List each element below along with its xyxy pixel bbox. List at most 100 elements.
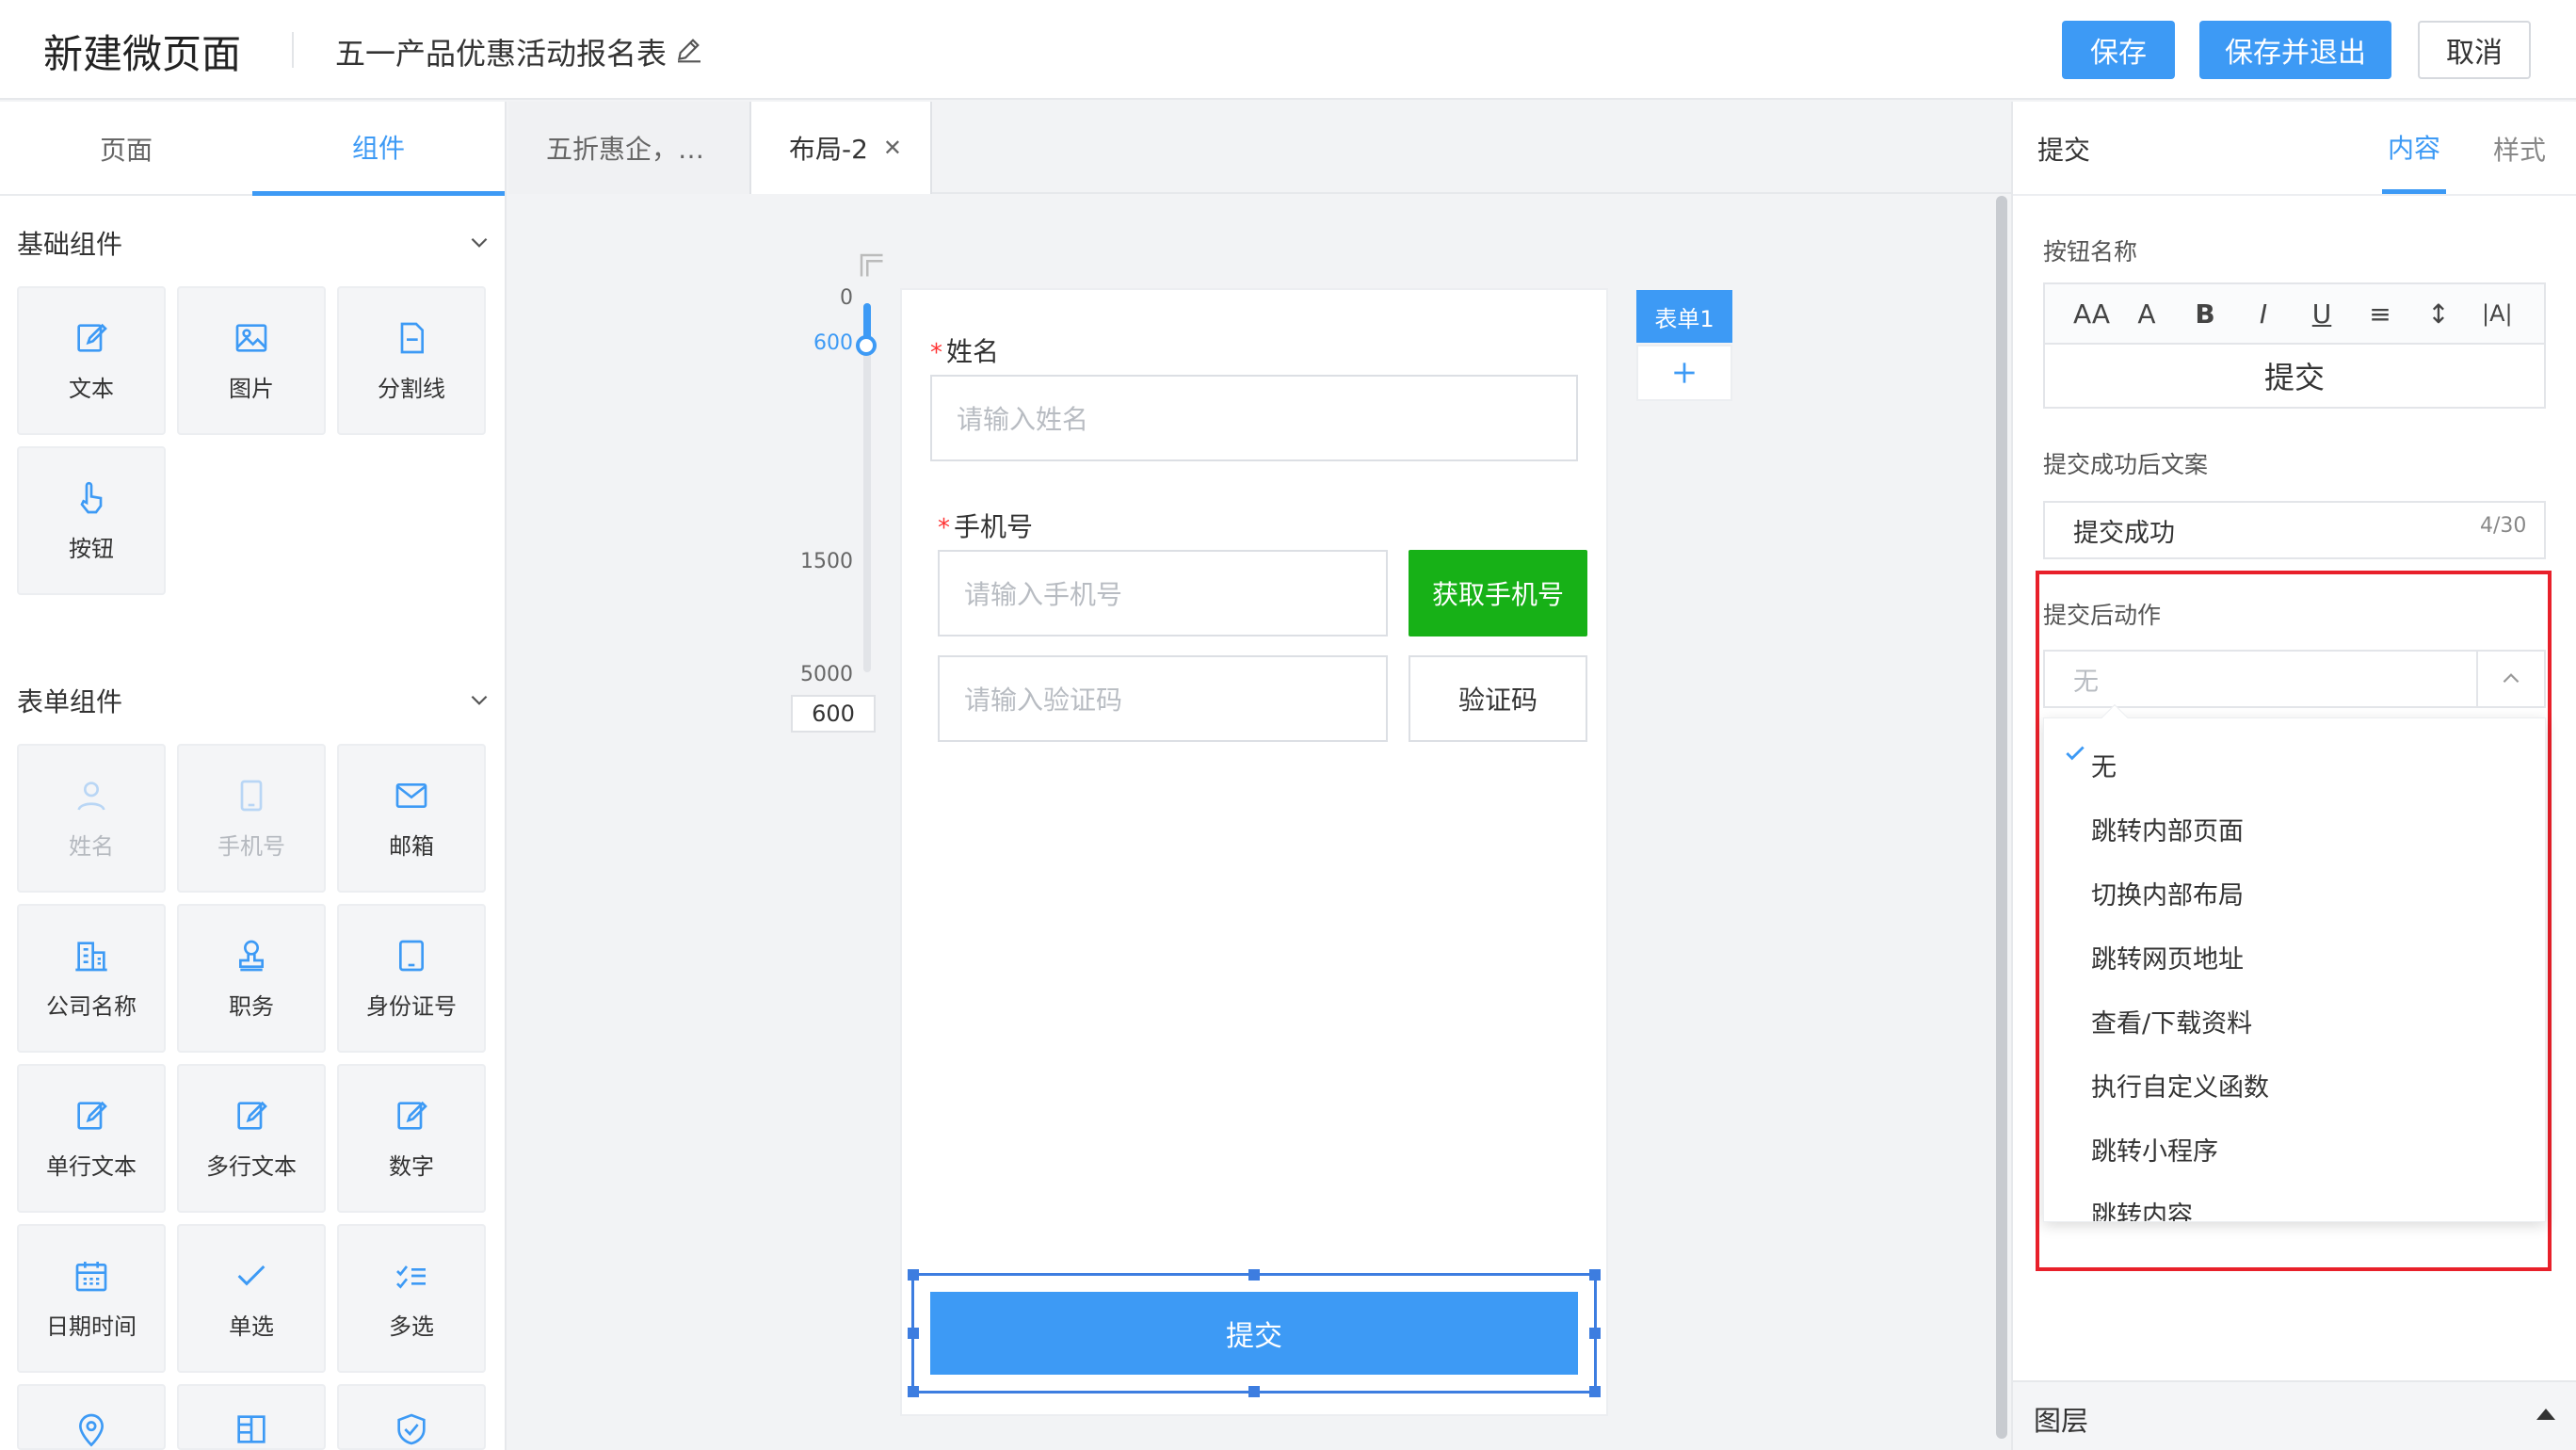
chevron-down-icon[interactable] [467, 230, 491, 254]
corner-ruler-icon[interactable] [857, 250, 885, 279]
edit-icon [237, 1101, 267, 1130]
form-tag[interactable]: 表单1 [1636, 290, 1732, 343]
get-phone-button[interactable]: 获取手机号 [1409, 550, 1587, 636]
button-name-input[interactable]: 提交 [2043, 343, 2546, 409]
close-icon[interactable]: ✕ [883, 135, 902, 161]
align-center-icon[interactable]: ≡ [2365, 298, 2395, 330]
tab-page[interactable]: 页面 [0, 102, 252, 196]
component-label: 文本 [69, 375, 114, 402]
basic-group-title: 基础组件 [17, 229, 123, 260]
tablet-icon [399, 940, 424, 971]
resize-handle[interactable] [1248, 1386, 1260, 1397]
component-label: 邮箱 [389, 832, 434, 860]
check-icon [237, 1265, 266, 1285]
component-label: 日期时间 [46, 1313, 137, 1340]
tab-label: 布局-2 [789, 134, 868, 165]
component-verify[interactable] [337, 1384, 486, 1450]
component-location[interactable] [17, 1384, 166, 1450]
save-button[interactable]: 保存 [2062, 21, 2175, 79]
resize-handle[interactable] [1589, 1328, 1601, 1339]
height-slider-track[interactable] [863, 303, 871, 672]
dropdown-option-none[interactable]: 无 [2091, 747, 2117, 783]
font-color-icon[interactable]: A [2132, 298, 2162, 330]
calendar-icon [75, 1261, 107, 1291]
stamp-user-icon [239, 940, 264, 971]
component-datetime[interactable]: 日期时间 [17, 1224, 166, 1373]
height-slider-knob[interactable] [856, 335, 877, 356]
submit-button[interactable]: 提交 [930, 1292, 1578, 1375]
cancel-button[interactable]: 取消 [2418, 21, 2531, 79]
edit-pencil-icon[interactable] [674, 34, 704, 64]
tab-style[interactable]: 样式 [2493, 104, 2546, 194]
component-multi-choice[interactable]: 多选 [337, 1224, 486, 1373]
verification-code-button[interactable]: 验证码 [1409, 655, 1587, 742]
layers-label: 图层 [2034, 1405, 2089, 1437]
component-layout[interactable] [177, 1384, 326, 1450]
dropdown-option[interactable]: 跳转网页地址 [2091, 939, 2244, 975]
tab-content[interactable]: 内容 [2382, 104, 2446, 194]
height-input[interactable]: 600 [791, 695, 876, 733]
verification-code-input[interactable]: 请输入验证码 [938, 655, 1388, 742]
dropdown-option[interactable]: 查看/下载资料 [2091, 1003, 2252, 1039]
resize-handle[interactable] [908, 1269, 919, 1281]
phone-input[interactable]: 请输入手机号 [938, 550, 1388, 636]
resize-handle[interactable] [1589, 1386, 1601, 1397]
font-size-icon[interactable]: AA [2073, 298, 2110, 330]
mail-icon [395, 782, 427, 808]
component-name[interactable]: 姓名 [17, 744, 166, 893]
ruler-label: 1500 [800, 550, 853, 573]
name-input[interactable]: 请输入姓名 [930, 375, 1578, 461]
ruler-label: 5000 [800, 663, 853, 686]
resize-handle[interactable] [908, 1328, 919, 1339]
italic-icon[interactable]: I [2248, 298, 2278, 330]
save-exit-button[interactable]: 保存并退出 [2199, 21, 2391, 79]
component-phone[interactable]: 手机号 [177, 744, 326, 893]
action-dropdown-menu: 无 跳转内部页面 切换内部布局 跳转网页地址 查看/下载资料 执行自定义函数 跳… [2043, 717, 2546, 1222]
component-divider[interactable]: 分割线 [337, 286, 486, 435]
resize-handle[interactable] [1248, 1269, 1260, 1281]
page-name: 五一产品优惠活动报名表 [335, 36, 668, 72]
checklist-icon [396, 1265, 426, 1289]
bold-icon[interactable]: B [2190, 298, 2220, 330]
underline-icon[interactable]: U [2307, 298, 2337, 330]
button-name-label: 按钮名称 [2043, 238, 2138, 266]
dropdown-option[interactable]: 跳转内部页面 [2091, 811, 2244, 847]
post-submit-action-select[interactable]: 无 [2043, 650, 2546, 708]
component-number[interactable]: 数字 [337, 1064, 486, 1213]
char-counter: 4/30 [2480, 514, 2527, 538]
component-idcard[interactable]: 身份证号 [337, 904, 486, 1053]
resize-handle[interactable] [908, 1386, 919, 1397]
resize-handle[interactable] [1589, 1269, 1601, 1281]
dropdown-option[interactable]: 跳转内容 [2091, 1195, 2193, 1221]
component-button[interactable]: 按钮 [17, 446, 166, 595]
component-position[interactable]: 职务 [177, 904, 326, 1053]
dropdown-option[interactable]: 跳转小程序 [2091, 1131, 2218, 1168]
tab-layout-2[interactable]: 布局-2 ✕ [751, 102, 932, 194]
dropdown-option[interactable]: 切换内部布局 [2091, 875, 2244, 911]
component-text[interactable]: 文本 [17, 286, 166, 435]
line-height-icon[interactable]: ↕ [2423, 298, 2454, 330]
dropdown-option[interactable]: 执行自定义函数 [2091, 1067, 2269, 1104]
success-text-input[interactable]: 提交成功 [2043, 501, 2546, 559]
tab-layout-1[interactable]: 五折惠企，… [508, 102, 751, 194]
component-company[interactable]: 公司名称 [17, 904, 166, 1053]
component-multi-line[interactable]: 多行文本 [177, 1064, 326, 1213]
layout-icon [237, 1415, 266, 1443]
letter-spacing-icon[interactable]: |A| [2482, 300, 2513, 327]
add-form-button[interactable] [1636, 345, 1732, 401]
component-email[interactable]: 邮箱 [337, 744, 486, 893]
component-single-choice[interactable]: 单选 [177, 1224, 326, 1373]
component-label: 图片 [229, 375, 274, 402]
component-label: 分割线 [378, 375, 445, 402]
chevron-down-icon[interactable] [467, 687, 491, 712]
shield-check-icon [397, 1413, 426, 1445]
canvas-scrollbar[interactable] [1996, 196, 2007, 1439]
component-label: 手机号 [217, 832, 285, 860]
select-toggle[interactable] [2476, 652, 2544, 706]
tab-components[interactable]: 组件 [252, 102, 505, 196]
component-single-line[interactable]: 单行文本 [17, 1064, 166, 1213]
component-image[interactable]: 图片 [177, 286, 326, 435]
app-title: 新建微页面 [43, 31, 242, 77]
edit-icon [77, 1101, 107, 1130]
layers-bar[interactable]: 图层 [2013, 1380, 2576, 1450]
